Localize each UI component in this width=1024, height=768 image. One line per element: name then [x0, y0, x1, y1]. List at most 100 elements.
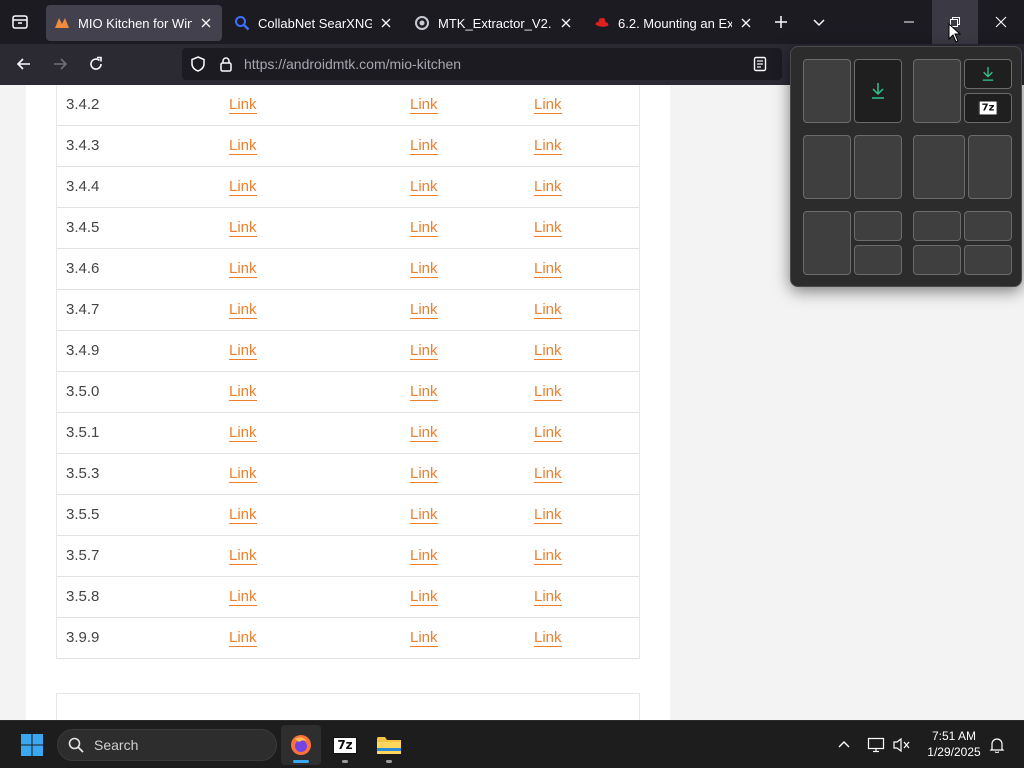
- version-cell: 3.4.5: [66, 219, 100, 236]
- lock-icon[interactable]: [218, 56, 234, 77]
- download-link[interactable]: Link: [229, 260, 257, 278]
- snap-zone[interactable]: [968, 135, 1012, 199]
- download-link[interactable]: Link: [410, 629, 438, 647]
- volume-button[interactable]: [890, 733, 914, 757]
- snap-zone[interactable]: [913, 211, 961, 241]
- download-link[interactable]: Link: [410, 465, 438, 483]
- download-link[interactable]: Link: [410, 219, 438, 237]
- reader-view-icon[interactable]: [752, 56, 768, 77]
- download-link[interactable]: Link: [534, 342, 562, 360]
- download-link[interactable]: Link: [410, 506, 438, 524]
- snap-zone[interactable]: [854, 245, 902, 275]
- active-indicator: [293, 760, 309, 763]
- taskbar-firefox[interactable]: [281, 725, 321, 765]
- tab-searxng[interactable]: CollabNet SearXNG: [226, 5, 402, 41]
- table-row: 3.4.3 Link Link Link: [57, 126, 639, 167]
- tab-mtk-extractor[interactable]: MTK_Extractor_V2.6.3.z: [406, 5, 582, 41]
- download-link[interactable]: Link: [410, 260, 438, 278]
- download-link[interactable]: Link: [534, 301, 562, 319]
- download-link[interactable]: Link: [410, 301, 438, 319]
- notifications-button[interactable]: [985, 733, 1009, 757]
- close-icon[interactable]: [558, 15, 574, 31]
- download-link[interactable]: Link: [534, 588, 562, 606]
- version-cell: 3.9.9: [66, 629, 100, 646]
- start-button[interactable]: [12, 725, 52, 765]
- download-link[interactable]: Link: [229, 506, 257, 524]
- download-link[interactable]: Link: [410, 588, 438, 606]
- download-link[interactable]: Link: [229, 219, 257, 237]
- reload-button[interactable]: [80, 48, 112, 80]
- download-link[interactable]: Link: [229, 301, 257, 319]
- download-link[interactable]: Link: [534, 383, 562, 401]
- plus-icon: [775, 16, 787, 28]
- download-link[interactable]: Link: [229, 137, 257, 155]
- download-link[interactable]: Link: [534, 178, 562, 196]
- download-link[interactable]: Link: [534, 547, 562, 565]
- taskbar-file-explorer[interactable]: [369, 725, 409, 765]
- snap-zone-occupied[interactable]: [854, 59, 902, 123]
- download-link[interactable]: Link: [534, 219, 562, 237]
- list-all-tabs-button[interactable]: [800, 0, 838, 44]
- snap-zone[interactable]: [803, 135, 851, 199]
- download-link[interactable]: Link: [534, 96, 562, 114]
- download-link[interactable]: Link: [410, 178, 438, 196]
- download-link[interactable]: Link: [229, 178, 257, 196]
- new-tab-button[interactable]: [762, 0, 800, 44]
- tab-title: 6.2. Mounting an Ext4 F: [618, 15, 732, 31]
- snap-zone[interactable]: [803, 211, 851, 275]
- table-row: 3.5.7 Link Link Link: [57, 536, 639, 577]
- snap-zone[interactable]: [964, 211, 1012, 241]
- download-link[interactable]: Link: [534, 465, 562, 483]
- taskbar-search-box[interactable]: Search: [57, 729, 277, 761]
- download-link[interactable]: Link: [534, 629, 562, 647]
- download-link[interactable]: Link: [410, 424, 438, 442]
- download-link[interactable]: Link: [229, 383, 257, 401]
- close-window-button[interactable]: [978, 0, 1024, 44]
- snap-zone[interactable]: [803, 59, 851, 123]
- snap-zone[interactable]: [913, 245, 961, 275]
- download-link[interactable]: Link: [229, 424, 257, 442]
- firefox-view-button[interactable]: [0, 0, 40, 44]
- table-row: 3.5.1 Link Link Link: [57, 413, 639, 454]
- snap-zone-occupied[interactable]: [964, 59, 1012, 89]
- download-link[interactable]: Link: [229, 588, 257, 606]
- network-button[interactable]: [864, 733, 888, 757]
- download-link[interactable]: Link: [410, 96, 438, 114]
- download-link[interactable]: Link: [410, 137, 438, 155]
- forward-button[interactable]: [44, 48, 76, 80]
- download-link[interactable]: Link: [229, 342, 257, 360]
- snap-zone[interactable]: [964, 245, 1012, 275]
- tab-mounting-ext4[interactable]: 6.2. Mounting an Ext4 F: [586, 5, 762, 41]
- taskbar-7zip[interactable]: 7z: [325, 725, 365, 765]
- snap-zone[interactable]: [854, 135, 902, 199]
- download-link[interactable]: Link: [534, 424, 562, 442]
- snap-zone[interactable]: [854, 211, 902, 241]
- download-link[interactable]: Link: [534, 260, 562, 278]
- snap-zone-occupied[interactable]: 7z: [964, 93, 1012, 123]
- download-link[interactable]: Link: [229, 629, 257, 647]
- snap-zone[interactable]: [913, 59, 961, 123]
- download-link[interactable]: Link: [410, 342, 438, 360]
- address-bar[interactable]: https://androidmtk.com/mio-kitchen: [182, 48, 782, 80]
- download-link[interactable]: Link: [229, 547, 257, 565]
- back-button[interactable]: [8, 48, 40, 80]
- minimize-button[interactable]: [886, 0, 932, 44]
- snap-zone[interactable]: [913, 135, 965, 199]
- download-link[interactable]: Link: [229, 96, 257, 114]
- close-icon[interactable]: [738, 15, 754, 31]
- url-text[interactable]: https://androidmtk.com/mio-kitchen: [244, 56, 461, 72]
- tab-mio-kitchen[interactable]: MIO Kitchen for Windo: [46, 5, 222, 41]
- download-link[interactable]: Link: [534, 137, 562, 155]
- show-hidden-icons-button[interactable]: [832, 733, 856, 757]
- tracking-protection-icon[interactable]: [190, 56, 206, 77]
- system-clock[interactable]: 7:51 AM 1/29/2025: [918, 728, 990, 760]
- download-link[interactable]: Link: [410, 547, 438, 565]
- taskbar: Search 7z 7:51 AM 1/29/2025: [0, 720, 1024, 768]
- download-link[interactable]: Link: [534, 506, 562, 524]
- tab-title: MIO Kitchen for Windo: [78, 15, 192, 31]
- snap-layouts-flyout: 7z: [790, 46, 1022, 287]
- close-icon[interactable]: [198, 15, 214, 31]
- download-link[interactable]: Link: [410, 383, 438, 401]
- close-icon[interactable]: [378, 15, 394, 31]
- download-link[interactable]: Link: [229, 465, 257, 483]
